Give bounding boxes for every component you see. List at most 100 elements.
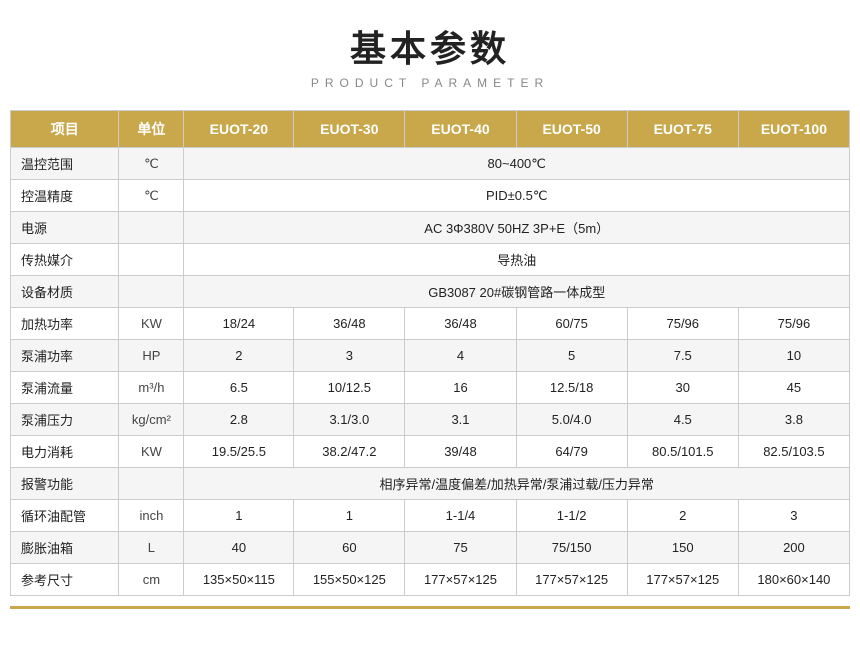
row-label-1: 控温精度 — [11, 180, 119, 212]
row-unit-11: inch — [119, 500, 184, 532]
sub-title: PRODUCT PARAMETER — [311, 76, 549, 90]
table-row: 参考尺寸cm135×50×115155×50×125177×57×125177×… — [11, 564, 850, 596]
row-cell-7-1: 10/12.5 — [294, 372, 405, 404]
row-cell-5-3: 60/75 — [516, 308, 627, 340]
row-cell-11-0: 1 — [184, 500, 294, 532]
row-cell-12-3: 75/150 — [516, 532, 627, 564]
row-unit-5: KW — [119, 308, 184, 340]
row-span-value-0: 80~400℃ — [184, 148, 850, 180]
row-span-value-1: PID±0.5℃ — [184, 180, 850, 212]
row-cell-11-2: 1-1/4 — [405, 500, 516, 532]
row-span-value-3: 导热油 — [184, 244, 850, 276]
row-cell-7-0: 6.5 — [184, 372, 294, 404]
row-cell-6-2: 4 — [405, 340, 516, 372]
row-unit-8: kg/cm² — [119, 404, 184, 436]
table-row: 泵浦功率HP23457.510 — [11, 340, 850, 372]
row-unit-6: HP — [119, 340, 184, 372]
row-cell-12-5: 200 — [738, 532, 849, 564]
row-cell-9-0: 19.5/25.5 — [184, 436, 294, 468]
table-row: 电源 AC 3Φ380V 50HZ 3P+E（5m） — [11, 212, 850, 244]
row-cell-6-4: 7.5 — [627, 340, 738, 372]
header-cell-6: EUOT-75 — [627, 111, 738, 148]
row-cell-13-4: 177×57×125 — [627, 564, 738, 596]
main-title: 基本参数 — [311, 20, 549, 72]
row-label-4: 设备材质 — [11, 276, 119, 308]
row-unit-9: KW — [119, 436, 184, 468]
table-body: 温控范围℃80~400℃控温精度℃PID±0.5℃电源AC 3Φ380V 50H… — [11, 148, 850, 596]
row-cell-7-3: 12.5/18 — [516, 372, 627, 404]
header-cell-5: EUOT-50 — [516, 111, 627, 148]
row-cell-13-2: 177×57×125 — [405, 564, 516, 596]
row-unit-2 — [119, 212, 184, 244]
row-cell-6-3: 5 — [516, 340, 627, 372]
header-cell-0: 项目 — [11, 111, 119, 148]
row-unit-0: ℃ — [119, 148, 184, 180]
row-cell-12-0: 40 — [184, 532, 294, 564]
row-label-13: 参考尺寸 — [11, 564, 119, 596]
row-label-7: 泵浦流量 — [11, 372, 119, 404]
row-cell-9-3: 64/79 — [516, 436, 627, 468]
table-row: 传热媒介 导热油 — [11, 244, 850, 276]
row-cell-9-1: 38.2/47.2 — [294, 436, 405, 468]
row-cell-7-4: 30 — [627, 372, 738, 404]
table-row: 加热功率KW18/2436/4836/4860/7575/9675/96 — [11, 308, 850, 340]
row-label-0: 温控范围 — [11, 148, 119, 180]
header-cell-7: EUOT-100 — [738, 111, 849, 148]
row-label-2: 电源 — [11, 212, 119, 244]
row-cell-7-2: 16 — [405, 372, 516, 404]
row-cell-6-1: 3 — [294, 340, 405, 372]
row-cell-9-4: 80.5/101.5 — [627, 436, 738, 468]
bottom-line — [10, 606, 850, 609]
row-label-9: 电力消耗 — [11, 436, 119, 468]
row-cell-5-5: 75/96 — [738, 308, 849, 340]
table-row: 泵浦压力kg/cm²2.83.1/3.03.15.0/4.04.53.8 — [11, 404, 850, 436]
row-cell-11-4: 2 — [627, 500, 738, 532]
row-cell-11-1: 1 — [294, 500, 405, 532]
row-cell-6-0: 2 — [184, 340, 294, 372]
row-unit-10 — [119, 468, 184, 500]
table-header: 项目单位EUOT-20EUOT-30EUOT-40EUOT-50EUOT-75E… — [11, 111, 850, 148]
row-span-value-10: 相序异常/温度偏差/加热异常/泵浦过载/压力异常 — [184, 468, 850, 500]
row-cell-13-3: 177×57×125 — [516, 564, 627, 596]
table-row: 电力消耗KW19.5/25.538.2/47.239/4864/7980.5/1… — [11, 436, 850, 468]
row-cell-12-2: 75 — [405, 532, 516, 564]
parameter-table: 项目单位EUOT-20EUOT-30EUOT-40EUOT-50EUOT-75E… — [10, 110, 850, 596]
row-cell-8-2: 3.1 — [405, 404, 516, 436]
table-row: 泵浦流量m³/h6.510/12.51612.5/183045 — [11, 372, 850, 404]
row-label-5: 加热功率 — [11, 308, 119, 340]
row-unit-4 — [119, 276, 184, 308]
row-span-value-2: AC 3Φ380V 50HZ 3P+E（5m） — [184, 212, 850, 244]
row-cell-5-0: 18/24 — [184, 308, 294, 340]
row-cell-9-2: 39/48 — [405, 436, 516, 468]
row-cell-12-1: 60 — [294, 532, 405, 564]
row-unit-1: ℃ — [119, 180, 184, 212]
row-unit-13: cm — [119, 564, 184, 596]
row-cell-7-5: 45 — [738, 372, 849, 404]
row-cell-8-4: 4.5 — [627, 404, 738, 436]
row-unit-12: L — [119, 532, 184, 564]
table-row: 循环油配管inch111-1/41-1/223 — [11, 500, 850, 532]
row-cell-11-5: 3 — [738, 500, 849, 532]
table-row: 报警功能相序异常/温度偏差/加热异常/泵浦过载/压力异常 — [11, 468, 850, 500]
row-cell-8-1: 3.1/3.0 — [294, 404, 405, 436]
row-unit-3 — [119, 244, 184, 276]
row-cell-5-2: 36/48 — [405, 308, 516, 340]
row-cell-8-3: 5.0/4.0 — [516, 404, 627, 436]
header-row: 项目单位EUOT-20EUOT-30EUOT-40EUOT-50EUOT-75E… — [11, 111, 850, 148]
row-label-11: 循环油配管 — [11, 500, 119, 532]
row-label-3: 传热媒介 — [11, 244, 119, 276]
row-span-value-4: GB3087 20#碳钢管路一体成型 — [184, 276, 850, 308]
row-cell-5-1: 36/48 — [294, 308, 405, 340]
row-cell-8-0: 2.8 — [184, 404, 294, 436]
table-row: 膨胀油箱L40607575/150150200 — [11, 532, 850, 564]
row-cell-13-5: 180×60×140 — [738, 564, 849, 596]
table-row: 温控范围℃80~400℃ — [11, 148, 850, 180]
row-cell-11-3: 1-1/2 — [516, 500, 627, 532]
title-area: 基本参数 PRODUCT PARAMETER — [311, 20, 549, 90]
row-cell-6-5: 10 — [738, 340, 849, 372]
row-cell-9-5: 82.5/103.5 — [738, 436, 849, 468]
row-label-6: 泵浦功率 — [11, 340, 119, 372]
row-label-12: 膨胀油箱 — [11, 532, 119, 564]
row-cell-13-1: 155×50×125 — [294, 564, 405, 596]
row-cell-13-0: 135×50×115 — [184, 564, 294, 596]
